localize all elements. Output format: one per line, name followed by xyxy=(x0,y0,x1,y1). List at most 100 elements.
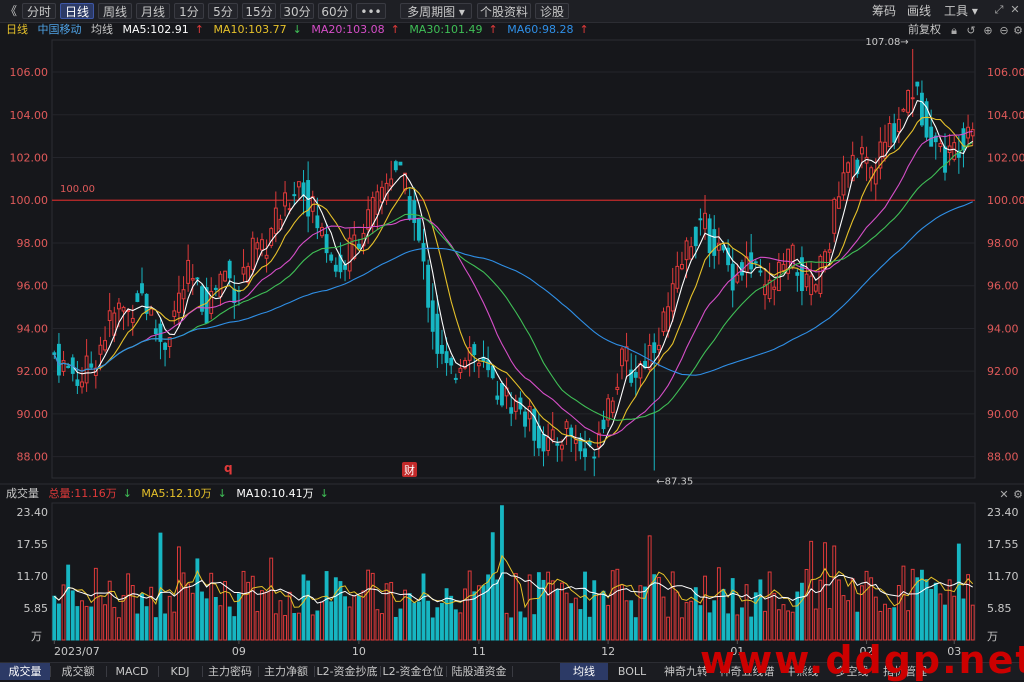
volume-bar xyxy=(873,596,878,641)
volume-bar xyxy=(592,580,597,641)
candle-body xyxy=(356,243,361,250)
tab-0[interactable]: 成交量 xyxy=(0,663,50,680)
stock-chart[interactable]: 106.00 106.00 104.00 104.00 102.00 102.00 100.… xyxy=(0,0,1024,662)
volume-bar xyxy=(467,570,472,641)
candle-body xyxy=(615,386,620,391)
candle-body xyxy=(223,270,227,282)
candle-body xyxy=(906,89,911,113)
volume-bar xyxy=(135,613,140,641)
volume-bar xyxy=(393,616,398,641)
volume-bar xyxy=(384,583,389,641)
volume-bar xyxy=(767,571,772,641)
candle-body xyxy=(426,264,431,308)
volume-bar xyxy=(703,575,707,641)
volume-bar xyxy=(329,601,334,641)
candle-body xyxy=(366,209,371,230)
volume-bar xyxy=(795,591,800,641)
price-tick-left: 100.00 xyxy=(10,194,49,207)
candle-body xyxy=(107,310,112,322)
volume-bar xyxy=(943,604,947,641)
volume-bar xyxy=(707,612,712,641)
candle-body xyxy=(213,287,218,290)
tab-2[interactable]: MACD xyxy=(106,663,158,680)
volume-tick-right: 23.40 xyxy=(987,506,1019,519)
candle-body xyxy=(638,363,643,379)
price-tick-right: 94.00 xyxy=(987,322,1019,335)
candle-body xyxy=(546,437,551,451)
candle-body xyxy=(260,239,264,251)
volume-bar xyxy=(666,616,671,641)
candle-body xyxy=(943,146,947,173)
price-tick-right: 92.00 xyxy=(987,365,1019,378)
price-tick-left: 88.00 xyxy=(17,451,49,464)
candle-body xyxy=(163,342,167,350)
volume-bar xyxy=(52,595,57,641)
volume-bar xyxy=(919,569,924,641)
candle-body xyxy=(684,240,689,261)
price-tick-left: 90.00 xyxy=(17,408,49,421)
price-tick-right: 104.00 xyxy=(987,109,1024,122)
volume-bar xyxy=(601,590,606,641)
candle-body xyxy=(324,234,329,254)
volume-tick-left: 11.70 xyxy=(17,570,49,583)
price-tick-left: 92.00 xyxy=(17,365,49,378)
volume-bar xyxy=(569,603,574,641)
x-tick-label: 12 xyxy=(601,645,615,658)
tab-5[interactable]: 主力净额 xyxy=(258,663,314,680)
candle-body xyxy=(121,306,126,312)
tab-4[interactable]: 主力密码 xyxy=(202,663,258,680)
volume-bar xyxy=(407,593,412,641)
candle-body xyxy=(75,379,80,386)
volume-bar xyxy=(204,598,209,641)
tab-3[interactable]: KDJ xyxy=(158,663,202,680)
candle-body xyxy=(555,443,560,446)
volume-bar xyxy=(698,605,703,641)
volume-bar xyxy=(163,613,167,641)
volume-bar xyxy=(804,569,809,641)
candle-body xyxy=(66,365,71,369)
volume-bar xyxy=(740,607,744,641)
ma20-line xyxy=(53,130,973,436)
candle-body xyxy=(56,343,61,376)
volume-bar xyxy=(158,532,163,641)
volume-bar xyxy=(933,582,938,641)
volume-bar xyxy=(352,595,357,641)
volume-bar xyxy=(684,602,689,641)
volume-bar xyxy=(333,577,338,641)
tab-8[interactable]: 陆股通资金 xyxy=(446,663,512,680)
volume-bar xyxy=(689,600,694,641)
candle-body xyxy=(846,162,851,173)
candle-body xyxy=(536,425,541,449)
volume-bar xyxy=(573,597,578,641)
candle-body xyxy=(140,283,144,294)
tab-7[interactable]: L2-资金仓位 xyxy=(380,663,446,680)
tab-1[interactable]: 成交额 xyxy=(50,663,106,680)
volume-bar xyxy=(587,616,592,641)
volume-bar xyxy=(776,609,781,641)
volume-bar xyxy=(675,591,680,641)
candle-body xyxy=(929,126,934,147)
candle-body xyxy=(301,182,306,197)
volume-bar xyxy=(453,609,458,641)
volume-bar xyxy=(343,596,347,641)
tab-right-0[interactable]: 均线 xyxy=(560,663,608,680)
volume-bar xyxy=(260,590,264,641)
volume-bar xyxy=(84,605,89,641)
candle-body xyxy=(232,288,237,304)
candle-body xyxy=(103,340,108,351)
candle-body xyxy=(887,123,892,148)
volume-bar xyxy=(324,571,329,641)
volume-bar xyxy=(610,570,615,641)
volume-bar xyxy=(93,567,98,641)
volume-bar xyxy=(836,579,841,641)
price-tick-right: 102.00 xyxy=(987,152,1024,165)
volume-bar xyxy=(495,579,500,641)
volume-bar xyxy=(790,611,795,641)
candle-body xyxy=(513,400,518,412)
candle-body xyxy=(661,311,666,333)
candle-body xyxy=(315,215,320,229)
tab-6[interactable]: L2-资金抄底 xyxy=(314,663,380,680)
candle-body xyxy=(89,363,94,368)
volume-bar xyxy=(80,600,84,641)
tab-right-1[interactable]: BOLL xyxy=(608,663,656,680)
